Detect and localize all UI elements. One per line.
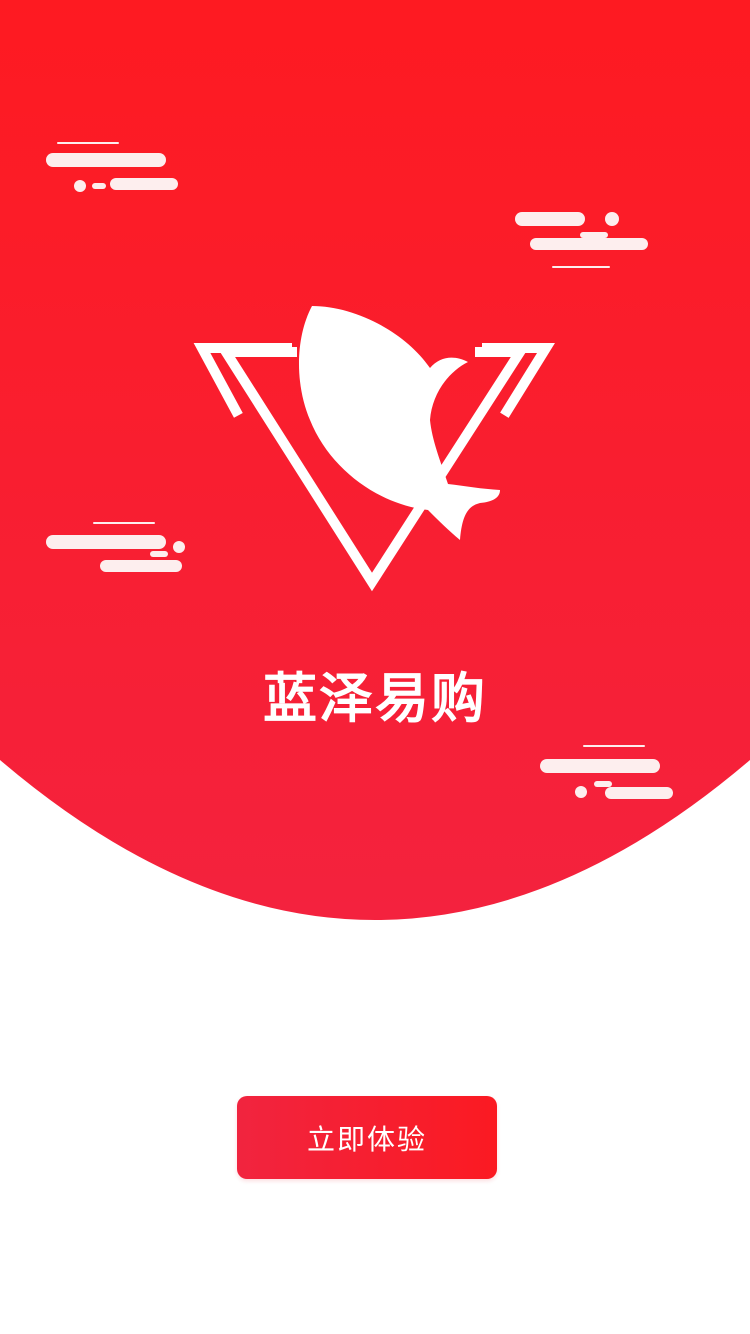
app-name-title: 蓝泽易购 xyxy=(263,667,487,730)
try-now-button[interactable]: 立即体验 xyxy=(237,1096,497,1179)
